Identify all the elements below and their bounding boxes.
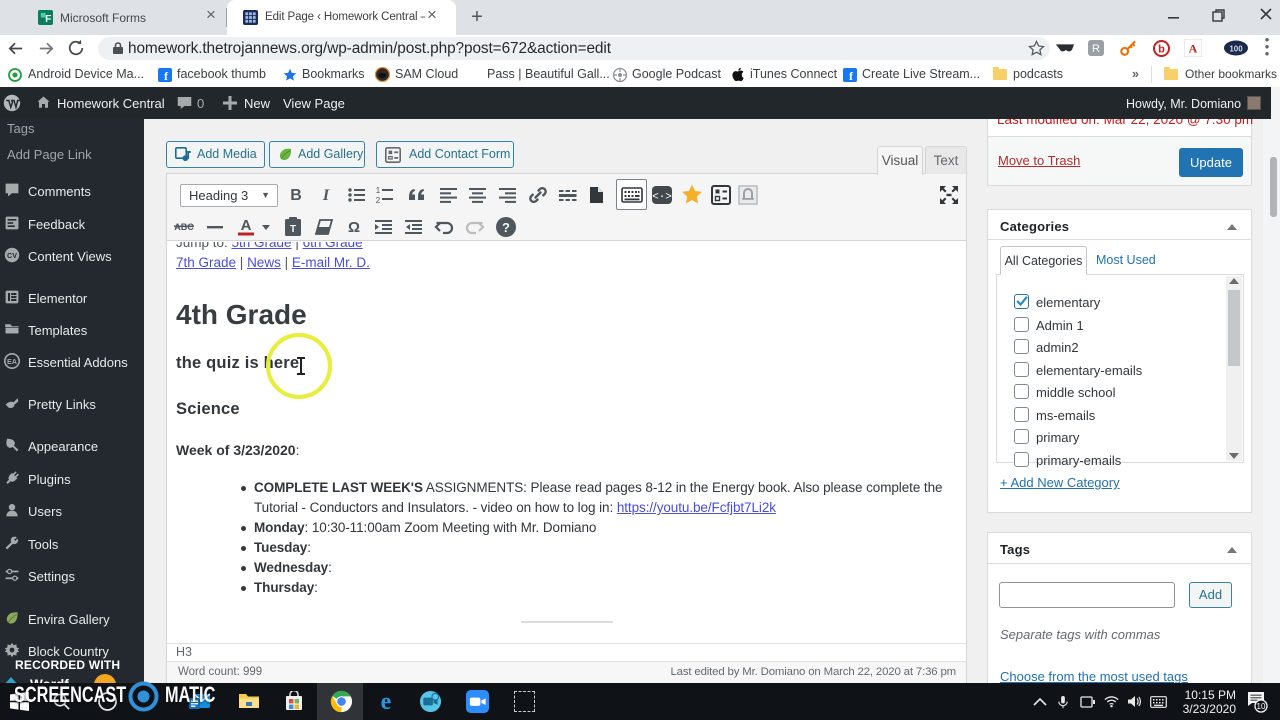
svg-text:e: e: [381, 689, 392, 713]
svg-text:Ω: Ω: [348, 219, 360, 236]
svg-text:b: b: [1158, 44, 1165, 56]
svg-text:100: 100: [1229, 45, 1243, 54]
svg-text:?: ?: [502, 220, 510, 235]
svg-text:10: 10: [1257, 702, 1266, 711]
svg-text:<·>: <·>: [652, 192, 672, 204]
svg-text:T: T: [290, 224, 296, 235]
svg-text:CV: CV: [7, 251, 17, 260]
svg-text:R: R: [1092, 43, 1100, 55]
svg-text:EA: EA: [7, 357, 17, 366]
svg-text:B: B: [290, 187, 302, 204]
svg-text:2: 2: [376, 196, 381, 205]
svg-text:I: I: [322, 187, 330, 204]
svg-text:A: A: [241, 217, 252, 234]
svg-text:F: F: [45, 14, 51, 25]
svg-text:A: A: [1189, 42, 1198, 56]
svg-text:1: 1: [376, 186, 381, 195]
